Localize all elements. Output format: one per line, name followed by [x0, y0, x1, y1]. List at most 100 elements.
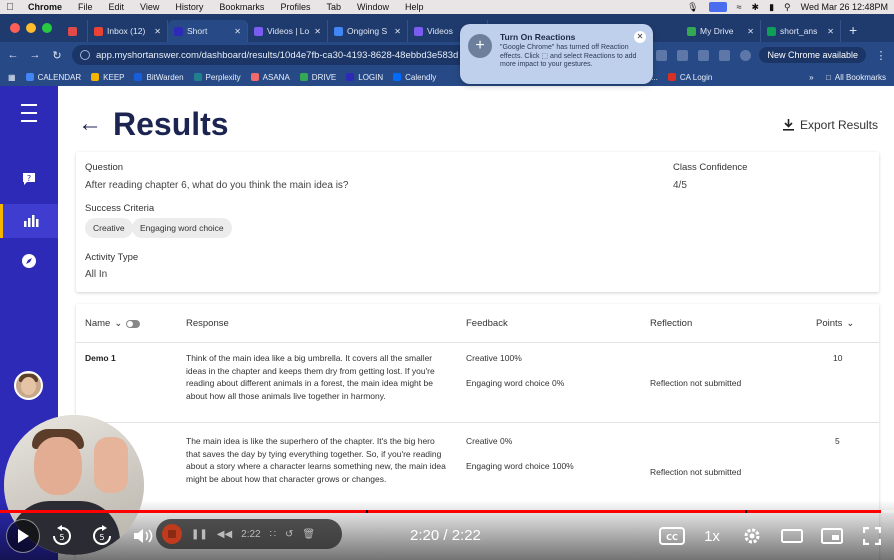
- tab-0[interactable]: [62, 20, 88, 42]
- user-avatar[interactable]: [14, 371, 43, 400]
- apple-icon[interactable]: : [0, 2, 20, 13]
- profile-avatar-icon[interactable]: [740, 49, 752, 61]
- new-chrome-available-button[interactable]: New Chrome available: [759, 47, 866, 63]
- play-button[interactable]: [6, 519, 40, 553]
- new-tab-button[interactable]: +: [841, 22, 865, 42]
- reload-icon[interactable]: ↻: [50, 49, 64, 62]
- menu-chrome[interactable]: Chrome: [20, 2, 70, 12]
- forward-5-icon: 5: [93, 525, 111, 545]
- sidebar-item-results[interactable]: [0, 204, 58, 238]
- more-menu-icon[interactable]: ⋮: [874, 49, 888, 62]
- menu-edit[interactable]: Edit: [101, 2, 133, 12]
- bookmark-calendar[interactable]: CALENDAR: [25, 72, 82, 82]
- bookmark-label: ASANA: [262, 72, 290, 82]
- volume-button[interactable]: [130, 520, 156, 552]
- tab-7[interactable]: short_ans ✕: [761, 20, 841, 42]
- tab-1[interactable]: Inbox (12) ✕: [88, 20, 168, 42]
- extension-icon[interactable]: [656, 49, 668, 61]
- menubar-datetime[interactable]: Wed Mar 26 12:48PM: [801, 2, 888, 12]
- bookmark-calendly[interactable]: Calendly: [393, 73, 436, 82]
- theater-mode-button[interactable]: [780, 520, 804, 552]
- bookmark-perplexity[interactable]: Perplexity: [193, 73, 241, 82]
- tab-strip: Inbox (12) ✕ Short ✕ Videos | Lo ✕ Ongoing …: [0, 14, 894, 42]
- gmail-icon: [94, 26, 103, 36]
- tab-6[interactable]: My Drive ✕: [681, 20, 761, 42]
- minimize-window-icon[interactable]: [26, 23, 36, 33]
- name-visibility-toggle[interactable]: [126, 319, 141, 328]
- close-tab-icon[interactable]: ✕: [394, 27, 401, 36]
- bookmark-bitwarden[interactable]: BitWarden: [134, 73, 184, 82]
- question-label: Question: [85, 162, 124, 173]
- close-notification-icon[interactable]: ✕: [634, 31, 646, 43]
- tab-3[interactable]: Videos | Lo ✕: [248, 20, 328, 42]
- sidebar-item-questions[interactable]: ?: [0, 162, 58, 196]
- back-icon[interactable]: ←: [6, 49, 20, 61]
- captions-button[interactable]: CC: [658, 520, 686, 552]
- video-progress-bar[interactable]: [0, 510, 894, 513]
- keep-icon: [91, 73, 100, 81]
- chevron-down-icon[interactable]: ⌄: [114, 318, 122, 329]
- close-tab-icon[interactable]: ✕: [154, 27, 161, 36]
- bookmark-label: CALENDAR: [37, 72, 82, 82]
- search-icon[interactable]: ⚲: [784, 2, 791, 13]
- forward-5-button[interactable]: 5: [90, 520, 114, 552]
- reactions-icon[interactable]: [708, 2, 727, 12]
- row-feedback-word-choice: Engaging word choice 0%: [466, 378, 565, 388]
- sidebar-item-explore[interactable]: [0, 244, 58, 278]
- bookmark-ca-login[interactable]: CA Login: [667, 73, 712, 82]
- all-bookmarks[interactable]: » □ All Bookmarks: [809, 68, 886, 86]
- wifi-icon[interactable]: ≈: [737, 2, 742, 12]
- tab-label: Inbox (12): [107, 26, 146, 36]
- tab-4[interactable]: Ongoing S ✕: [328, 20, 408, 42]
- menu-file[interactable]: File: [70, 2, 101, 12]
- apps-grid-icon[interactable]: ▦: [8, 73, 16, 82]
- menu-help[interactable]: Help: [397, 2, 432, 12]
- fullscreen-button[interactable]: [860, 520, 884, 552]
- close-tab-icon[interactable]: ✕: [314, 27, 321, 36]
- playback-speed-button[interactable]: 1x: [700, 520, 724, 552]
- bookmark-asana[interactable]: ASANA: [250, 72, 290, 82]
- bluetooth-icon[interactable]: ✱: [752, 2, 760, 13]
- menu-profiles[interactable]: Profiles: [272, 2, 318, 12]
- back-arrow-icon[interactable]: ←: [78, 110, 102, 138]
- forward-icon[interactable]: →: [28, 49, 42, 61]
- menu-view[interactable]: View: [132, 2, 167, 12]
- site-info-icon[interactable]: [80, 50, 90, 60]
- bitwarden-icon: [134, 73, 143, 81]
- bookmark-drive[interactable]: DRIVE: [299, 72, 337, 82]
- tab-2[interactable]: Short ✕: [168, 20, 248, 42]
- close-window-icon[interactable]: [10, 23, 20, 33]
- close-tab-icon[interactable]: ✕: [827, 27, 834, 36]
- bar-chart-icon: [23, 215, 38, 227]
- microphone-icon[interactable]: 🎙: [687, 2, 698, 13]
- bookmark-login[interactable]: LOGIN: [346, 73, 383, 82]
- settings-button[interactable]: [740, 520, 764, 552]
- menu-hamburger-icon[interactable]: [0, 96, 58, 130]
- extensions-puzzle-icon[interactable]: [698, 49, 710, 61]
- menu-window[interactable]: Window: [349, 2, 397, 12]
- close-tab-icon[interactable]: ✕: [234, 27, 241, 36]
- column-header-name[interactable]: Name ⌄: [85, 318, 141, 329]
- export-results-button[interactable]: Export Results: [782, 118, 878, 132]
- bookmark-label: DRIVE: [311, 72, 337, 82]
- bookmark-keep[interactable]: KEEP: [91, 73, 124, 82]
- miniplayer-button[interactable]: [820, 520, 844, 552]
- extension-icon[interactable]: [677, 49, 689, 61]
- chapter-marker: [745, 510, 747, 513]
- url-text: app.myshortanswer.com/dashboard/results/…: [96, 49, 459, 61]
- question-card: Question After reading chapter 6, what d…: [76, 152, 879, 292]
- menu-bookmarks[interactable]: Bookmarks: [211, 2, 272, 12]
- menu-history[interactable]: History: [167, 2, 211, 12]
- column-header-points[interactable]: Points ⌄: [816, 318, 854, 329]
- menu-tab[interactable]: Tab: [318, 2, 349, 12]
- row-student-name[interactable]: Demo 1: [85, 352, 116, 365]
- zoom-window-icon[interactable]: [42, 23, 52, 33]
- row-points: 5: [835, 436, 840, 446]
- download-icon[interactable]: [719, 49, 731, 61]
- close-tab-icon[interactable]: ✕: [747, 27, 754, 36]
- reactions-notification[interactable]: + Turn On Reactions "Google Chrome" has …: [460, 24, 653, 84]
- rewind-5-button[interactable]: 5: [50, 520, 74, 552]
- battery-icon[interactable]: ▮: [769, 2, 774, 13]
- chevron-down-icon[interactable]: ⌄: [846, 318, 854, 329]
- export-results-label: Export Results: [799, 118, 878, 132]
